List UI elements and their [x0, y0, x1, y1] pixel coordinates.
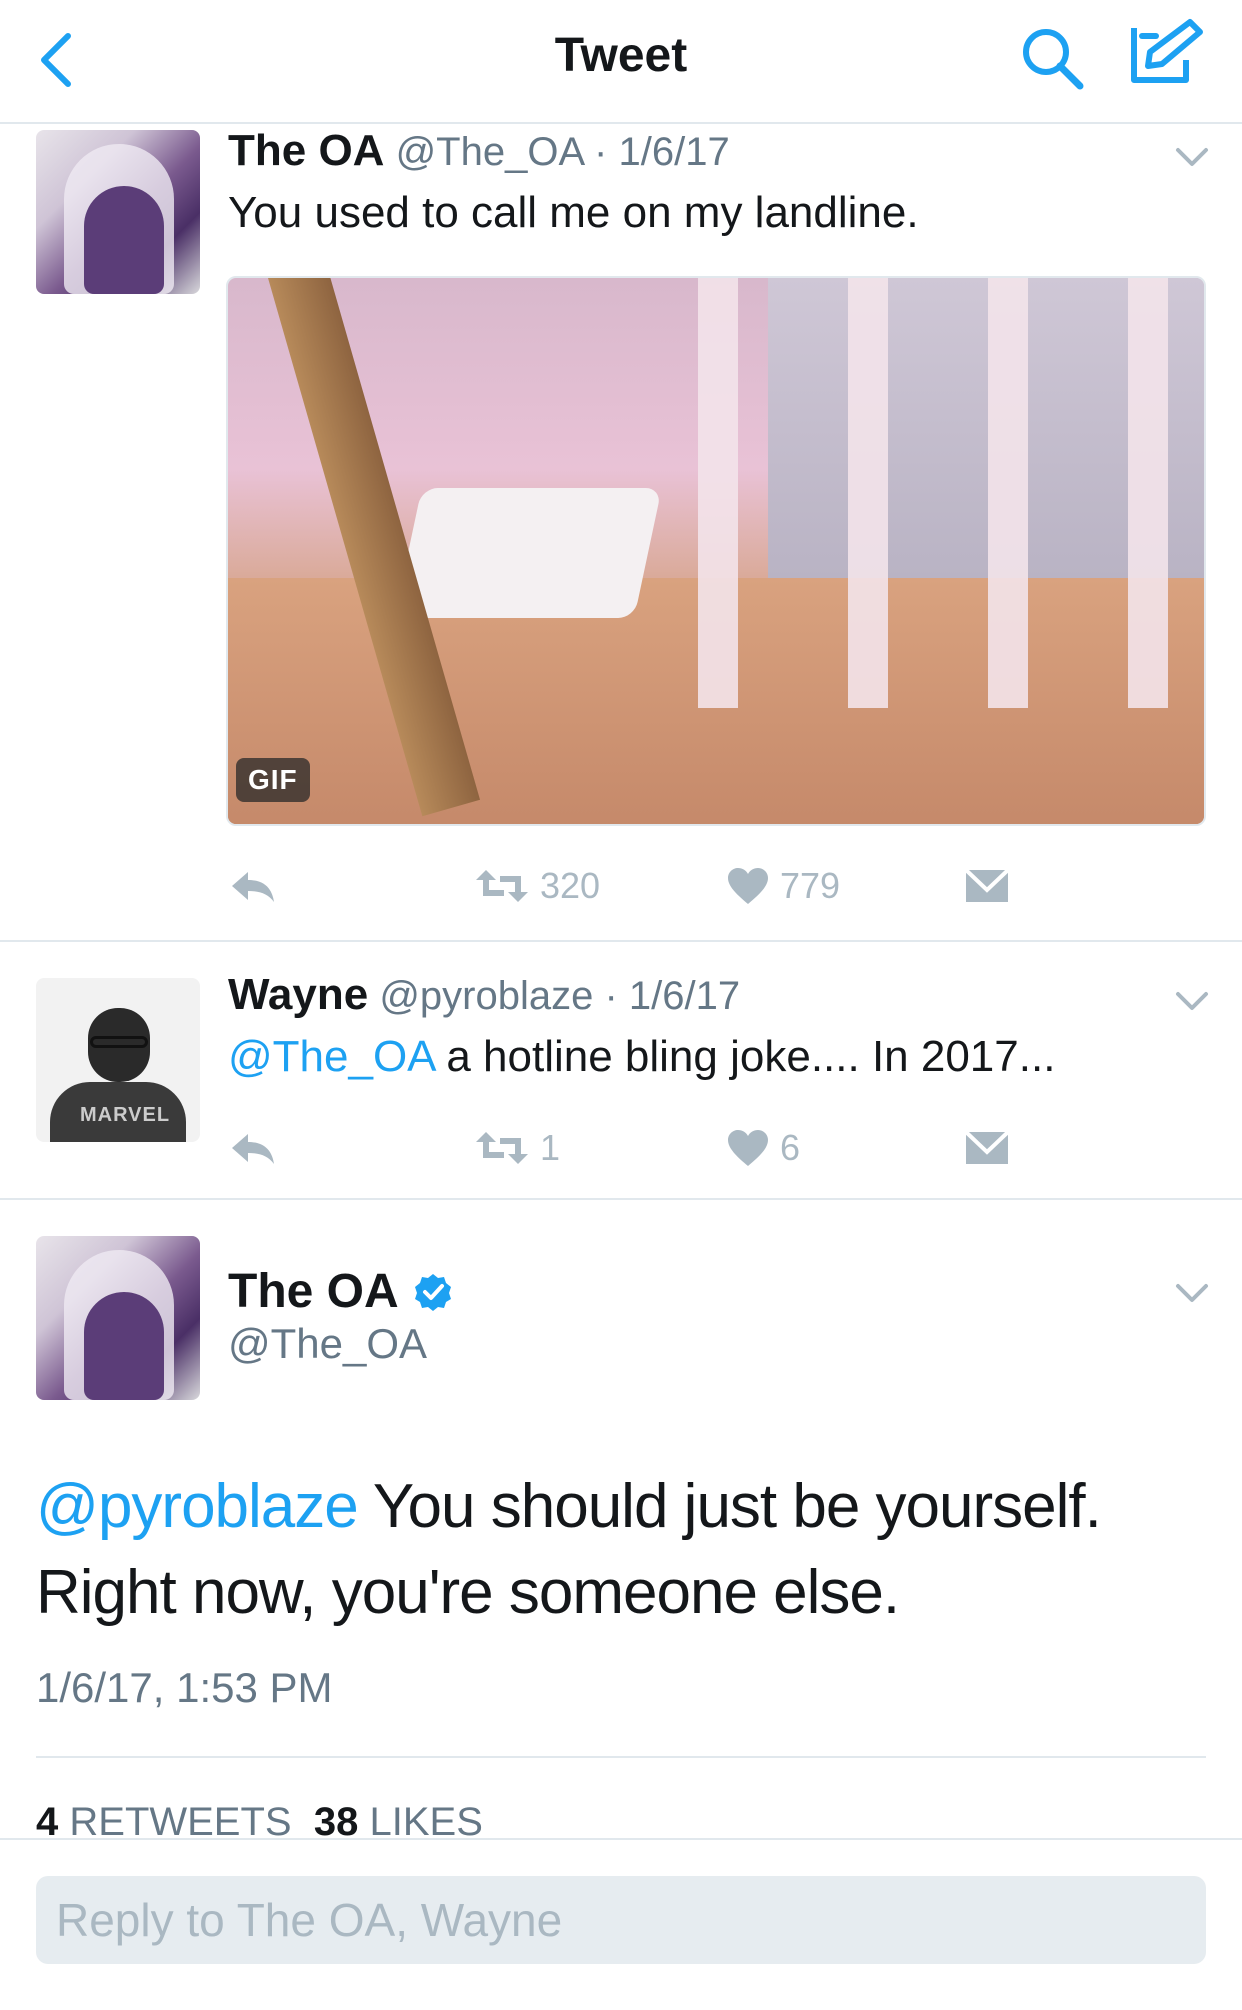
- landline-phone-image: [394, 488, 662, 618]
- like-count: 779: [780, 865, 841, 906]
- like-button[interactable]: 779: [726, 856, 840, 916]
- heart-icon: [728, 868, 768, 904]
- compose-icon: [1131, 19, 1203, 83]
- timestamp: 1/6/17, 1:53 PM: [36, 1664, 333, 1711]
- detail-text-line1: You should just be yourself.: [357, 1472, 1102, 1541]
- retweet-icon: [476, 1132, 528, 1164]
- avatar[interactable]: [36, 1236, 200, 1400]
- retweet-count: 1: [540, 1127, 561, 1168]
- reply-input[interactable]: [56, 1890, 1186, 1950]
- reply-button[interactable]: [228, 1118, 278, 1178]
- reply-composer: [0, 1838, 1242, 2010]
- avatar[interactable]: [36, 130, 200, 294]
- author-name[interactable]: Wayne: [228, 970, 368, 1019]
- navigation-bar: Tweet: [0, 0, 1242, 124]
- tweet-actions: 1 6: [0, 1118, 1242, 1178]
- author-handle-date: @The_OA · 1/6/17: [395, 130, 730, 174]
- detail-text-line2: Right now, you're someone else.: [36, 1558, 900, 1627]
- search-button[interactable]: [1020, 26, 1086, 92]
- tweet-the-oa-1[interactable]: The OA @The_OA · 1/6/17 You used to call…: [0, 124, 1242, 942]
- author-name[interactable]: The OA: [228, 1264, 399, 1319]
- author-handle[interactable]: @The_OA: [228, 1320, 427, 1368]
- compose-button[interactable]: [1128, 18, 1208, 90]
- retweet-button[interactable]: 320: [474, 856, 600, 916]
- reply-icon: [232, 872, 274, 902]
- detail-tweet-text: @pyroblaze You should just be yourself. …: [36, 1464, 1206, 1636]
- retweet-icon: [476, 870, 528, 902]
- retweet-count: 320: [540, 865, 601, 906]
- direct-message-button[interactable]: [964, 856, 1010, 916]
- tweet-header: The OA @The_OA · 1/6/17: [228, 126, 730, 176]
- direct-message-button[interactable]: [964, 1118, 1010, 1178]
- like-button[interactable]: 6: [726, 1118, 800, 1178]
- tweet-body: a hotline bling joke.... In 2017...: [434, 1032, 1056, 1081]
- gif-badge: GIF: [236, 758, 310, 802]
- mention-link[interactable]: @The_OA: [228, 1032, 434, 1081]
- chevron-down-icon[interactable]: [1172, 142, 1212, 172]
- verified-badge-icon: [414, 1273, 451, 1311]
- divider: [36, 1756, 1206, 1758]
- tweet-wayne[interactable]: MARVEL Wayne @pyroblaze · 1/6/17 @The_OA…: [0, 942, 1242, 1200]
- envelope-icon: [964, 868, 1010, 902]
- author-name-row[interactable]: The OA: [228, 1264, 453, 1319]
- search-icon: [1023, 29, 1084, 90]
- author-name[interactable]: The OA: [228, 126, 384, 175]
- tweet-actions: 320 779: [0, 856, 1242, 916]
- reply-box[interactable]: [36, 1876, 1206, 1964]
- tweet-header: Wayne @pyroblaze · 1/6/17: [228, 970, 740, 1020]
- envelope-icon: [964, 1130, 1010, 1164]
- chevron-down-icon[interactable]: [1172, 986, 1212, 1016]
- chevron-down-icon[interactable]: [1172, 1278, 1212, 1308]
- retweet-button[interactable]: 1: [474, 1118, 560, 1178]
- heart-icon: [728, 1130, 768, 1166]
- reply-button[interactable]: [228, 856, 278, 916]
- mention-link[interactable]: @pyroblaze: [36, 1472, 359, 1541]
- author-handle-date: @pyroblaze · 1/6/17: [379, 974, 741, 1018]
- tweet-text: You used to call me on my landline.: [228, 188, 919, 237]
- gif-media[interactable]: GIF: [226, 276, 1206, 826]
- tweet-text: @The_OA a hotline bling joke.... In 2017…: [228, 1032, 1055, 1082]
- like-count: 6: [780, 1127, 801, 1168]
- reply-icon: [232, 1134, 274, 1164]
